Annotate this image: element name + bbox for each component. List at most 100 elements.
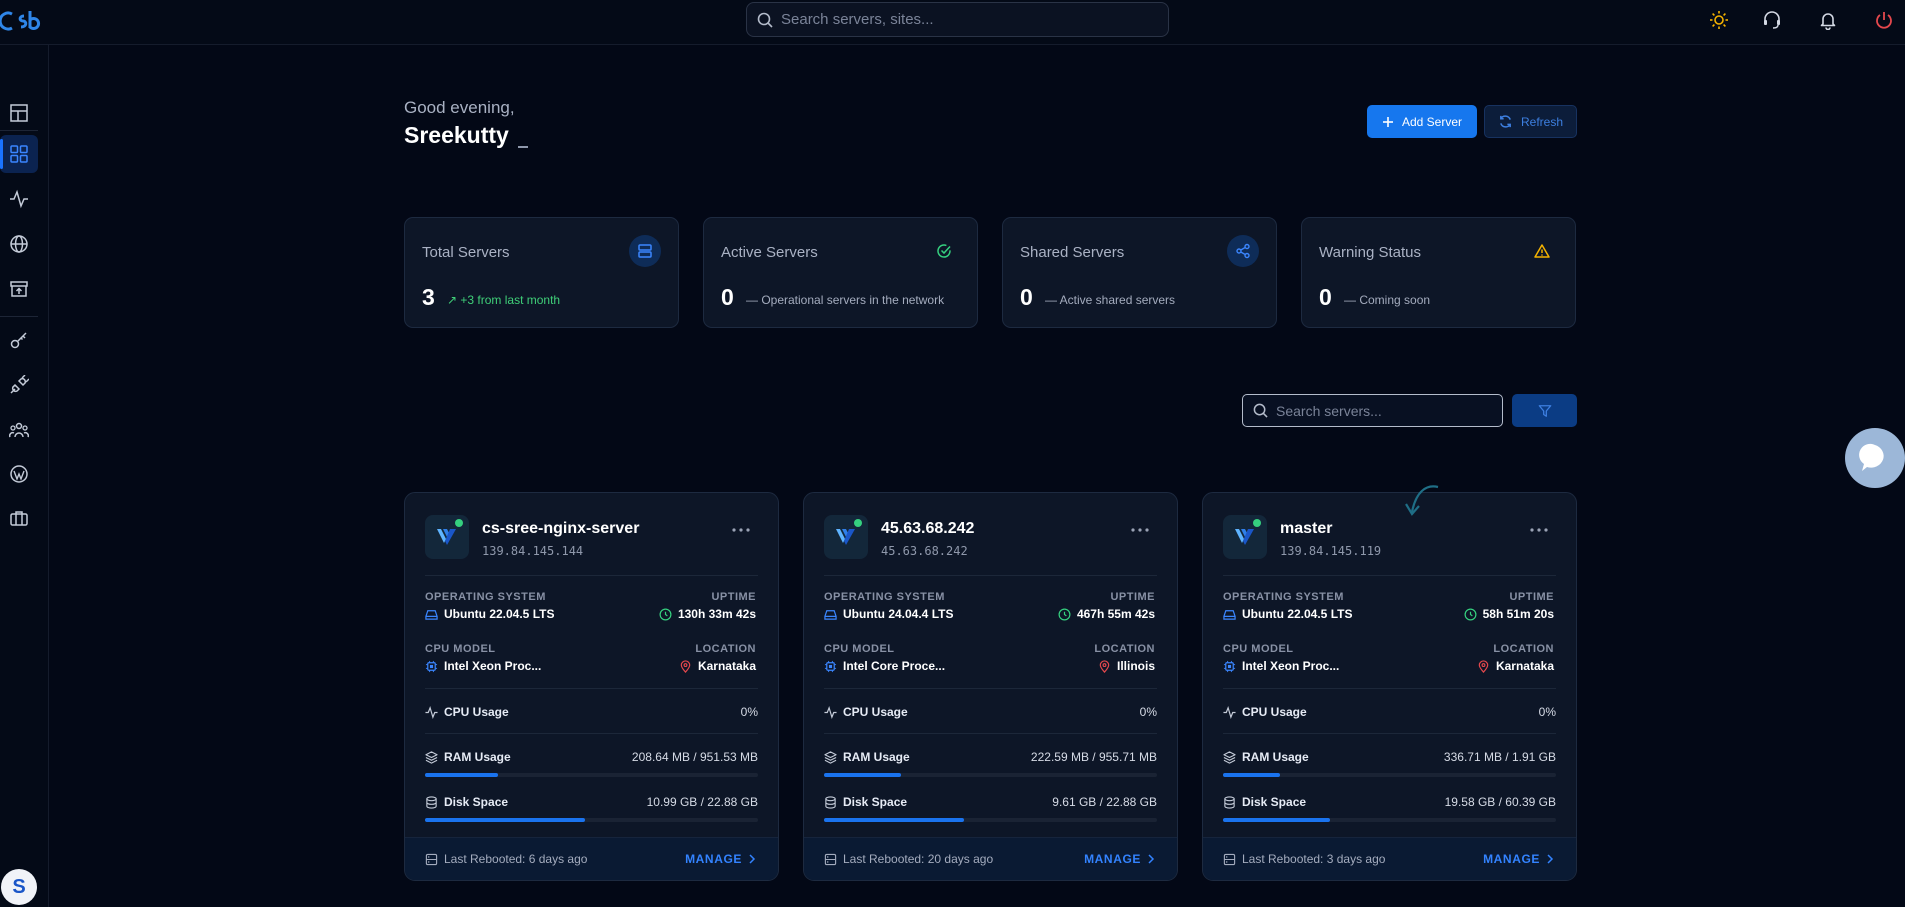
divider: [1223, 575, 1556, 576]
sidebar: S: [0, 45, 49, 907]
manage-label: MANAGE: [1483, 852, 1540, 866]
disk-space-label: Disk Space: [425, 795, 508, 809]
card-footer: Last Rebooted: 20 days ago MANAGE: [804, 837, 1177, 880]
disk-space-bar: [824, 818, 1157, 822]
ram-usage-text: RAM Usage: [1242, 750, 1309, 764]
theme-toggle-sun-icon[interactable]: [1707, 8, 1731, 32]
global-search-box[interactable]: [746, 2, 1169, 37]
app-logo[interactable]: [0, 8, 44, 34]
cpu-model-label: CPU MODEL: [1223, 643, 1294, 655]
manage-link[interactable]: MANAGE: [1483, 852, 1554, 866]
server-name[interactable]: cs-sree-nginx-server: [482, 520, 639, 538]
location-label: LOCATION: [1493, 643, 1554, 655]
sidebar-item-team[interactable]: [0, 411, 38, 449]
card-footer: Last Rebooted: 6 days ago MANAGE: [405, 837, 778, 880]
disk-space-value: 19.58 GB / 60.39 GB: [1444, 795, 1556, 809]
server-card[interactable]: cs-sree-nginx-server 139.84.145.144 OPER…: [404, 492, 779, 881]
sidebar-divider: [0, 316, 38, 317]
sidebar-item-wordpress[interactable]: [0, 455, 38, 493]
sidebar-item-dashboard[interactable]: [0, 94, 38, 132]
cpu-usage-text: CPU Usage: [843, 705, 908, 719]
sidebar-item-sites[interactable]: [0, 225, 38, 263]
uptime-text: 130h 33m 42s: [677, 607, 756, 621]
manage-link[interactable]: MANAGE: [685, 852, 756, 866]
sidebar-item-archive[interactable]: [0, 270, 38, 308]
trend-up-icon: ↗: [447, 293, 461, 307]
os-value: Ubuntu 22.04.5 LTS: [425, 607, 554, 621]
server-card[interactable]: master 139.84.145.119 OPERATING SYSTEM U…: [1202, 492, 1577, 881]
add-server-button[interactable]: Add Server: [1367, 105, 1477, 138]
activity-icon: [425, 705, 438, 719]
ram-usage-row: RAM Usage 222.59 MB / 955.71 MB: [824, 750, 1157, 766]
global-search-input[interactable]: [781, 11, 1141, 28]
notification-bell-icon[interactable]: [1816, 8, 1840, 32]
cpu-usage-row: CPU Usage 0%: [425, 705, 758, 721]
database-icon: [825, 795, 836, 809]
divider: [1223, 688, 1556, 689]
users-icon: [9, 422, 29, 438]
check-circle-icon: [928, 235, 960, 267]
stat-note: — Operational servers in the network: [746, 293, 945, 307]
chevron-right-icon: [1148, 854, 1155, 864]
ram-usage-value: 222.59 MB / 955.71 MB: [1030, 750, 1157, 764]
layers-icon: [425, 750, 438, 764]
hard-drive-icon: [824, 609, 837, 620]
server-ip: 139.84.145.119: [1280, 544, 1382, 558]
chat-support-button[interactable]: [1845, 428, 1905, 488]
disk-space-value: 10.99 GB / 22.88 GB: [646, 795, 758, 809]
power-logout-icon[interactable]: [1872, 8, 1896, 32]
activity-icon: [824, 705, 837, 719]
user-avatar[interactable]: S: [1, 869, 37, 905]
refresh-button[interactable]: Refresh: [1484, 105, 1577, 138]
ram-usage-bar-fill: [1223, 773, 1280, 777]
cpu-chip-icon: [1223, 660, 1236, 672]
sidebar-item-keys[interactable]: [0, 321, 38, 359]
more-options-icon[interactable]: [1129, 523, 1151, 537]
map-pin-icon: [1099, 659, 1110, 673]
server-name[interactable]: 45.63.68.242: [881, 520, 974, 538]
more-options-icon[interactable]: [730, 523, 752, 537]
sidebar-item-integrations[interactable]: [0, 366, 38, 404]
sidebar-item-briefcase[interactable]: [0, 499, 38, 537]
support-headset-icon[interactable]: [1760, 8, 1784, 32]
globe-icon: [10, 235, 28, 253]
greeting-text: Good evening,: [404, 98, 515, 117]
server-search-input[interactable]: [1276, 402, 1486, 419]
sidebar-divider: [0, 130, 38, 131]
refresh-label: Refresh: [1520, 114, 1564, 129]
sidebar-item-monitoring[interactable]: [0, 180, 38, 218]
more-options-icon[interactable]: [1528, 523, 1550, 537]
server-card[interactable]: 45.63.68.242 45.63.68.242 OPERATING SYST…: [803, 492, 1178, 881]
location-label: LOCATION: [1094, 643, 1155, 655]
location-value: Karnataka: [679, 659, 756, 673]
os-label: OPERATING SYSTEM: [824, 591, 945, 603]
manage-label: MANAGE: [1084, 852, 1141, 866]
cpu-usage-row: CPU Usage 0%: [824, 705, 1157, 721]
os-value: Ubuntu 22.04.5 LTS: [1223, 607, 1352, 621]
divider: [824, 575, 1157, 576]
stat-value: 0: [721, 284, 734, 310]
disk-space-bar-fill: [1223, 818, 1330, 822]
chevron-right-icon: [749, 854, 756, 864]
hard-drive-icon: [1223, 609, 1236, 620]
last-rebooted: Last Rebooted: 6 days ago: [425, 852, 587, 866]
server-search-box[interactable]: [1242, 394, 1503, 427]
plug-icon: [10, 375, 29, 394]
uptime-text: 58h 51m 20s: [1482, 607, 1554, 621]
cpu-usage-label: CPU Usage: [824, 705, 908, 719]
disk-space-row: Disk Space 19.58 GB / 60.39 GB: [1223, 795, 1556, 811]
database-icon: [426, 795, 437, 809]
ram-usage-text: RAM Usage: [843, 750, 910, 764]
stat-value: 3: [422, 284, 435, 310]
uptime-label: UPTIME: [1509, 591, 1554, 603]
filter-button[interactable]: [1512, 394, 1577, 427]
location-text: Illinois: [1116, 659, 1155, 673]
filter-icon: [1538, 404, 1551, 417]
disk-space-bar-fill: [824, 818, 964, 822]
cpu-chip-icon: [425, 660, 438, 672]
sidebar-item-servers[interactable]: [0, 135, 38, 173]
server-name[interactable]: master: [1280, 520, 1332, 538]
manage-link[interactable]: MANAGE: [1084, 852, 1155, 866]
vultr-logo-icon: [824, 515, 868, 559]
server-stack-icon: [629, 235, 661, 267]
